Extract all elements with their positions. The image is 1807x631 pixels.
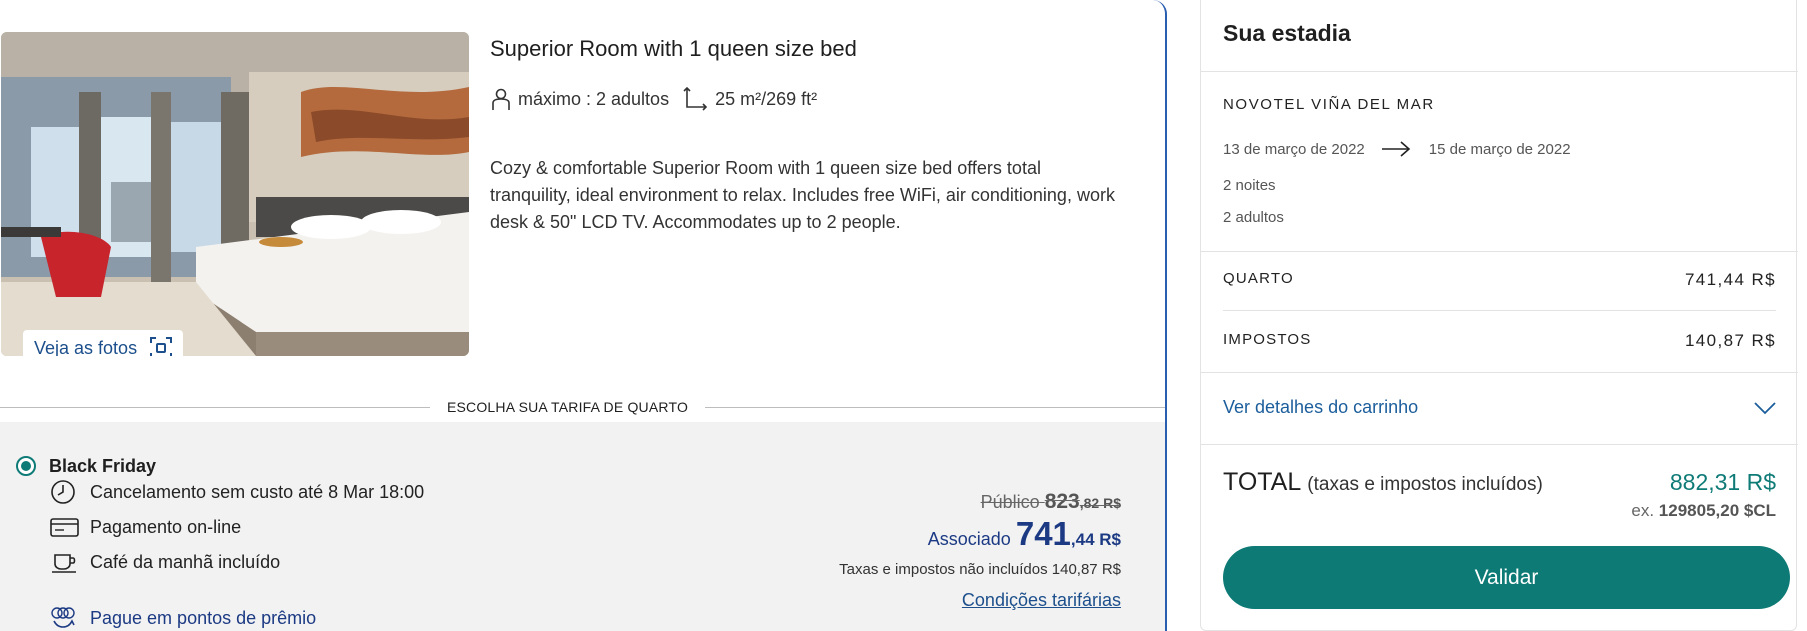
room-line: QUARTO 741,44 R$ bbox=[1223, 270, 1776, 290]
room-size-text: 25 m²/269 ft² bbox=[715, 88, 818, 109]
hotel-name: NOVOTEL VIÑA DEL MAR bbox=[1223, 96, 1435, 113]
total-label: TOTAL (taxas e impostos incluídos) bbox=[1223, 468, 1543, 497]
taxes-line-amount: 140,87 R$ bbox=[1684, 331, 1776, 350]
public-price-int: 823 bbox=[1044, 490, 1080, 513]
stay-dates: 13 de março de 2022 15 de março de 2022 bbox=[1223, 140, 1571, 158]
divider-line-right bbox=[705, 407, 1165, 408]
taxes-line-label: IMPOSTOS bbox=[1223, 331, 1312, 348]
view-photos-label: Veja as fotos bbox=[34, 337, 138, 357]
max-occupancy-text: máximo : 2 adultos bbox=[518, 88, 670, 109]
adults-count: 2 adultos bbox=[1223, 209, 1284, 226]
room-description: Cozy & comfortable Superior Room with 1 … bbox=[490, 158, 1115, 232]
room-line-label: QUARTO bbox=[1223, 270, 1294, 287]
perk-breakfast: Café da manhã incluído bbox=[50, 549, 280, 575]
public-price: Público 823,82 R$ bbox=[981, 490, 1121, 514]
rate-name: Black Friday bbox=[49, 456, 157, 476]
rate-section-divider: ESCOLHA SUA TARIFA DE QUARTO bbox=[0, 398, 1167, 418]
perk-payment: Pagamento on-line bbox=[50, 514, 241, 540]
public-price-dec: ,82 R$ bbox=[1079, 495, 1121, 511]
date-from: 13 de março de 2022 bbox=[1223, 140, 1365, 158]
total-converted-prefix: ex. bbox=[1631, 501, 1655, 520]
stay-summary: Sua estadia NOVOTEL VIÑA DEL MAR 13 de m… bbox=[1200, 0, 1798, 631]
total-label-text: TOTAL bbox=[1223, 468, 1301, 496]
member-price-dec: ,44 R$ bbox=[1070, 530, 1121, 549]
room-line-amount: 741,44 R$ bbox=[1684, 270, 1776, 289]
chevron-down-icon bbox=[1754, 401, 1776, 414]
perk-cancellation-text: Cancelamento sem custo até 8 Mar 18:00 bbox=[90, 481, 425, 502]
credit-card-icon bbox=[50, 518, 79, 537]
cart-details-text: Ver detalhes do carrinho bbox=[1223, 397, 1419, 417]
cart-details-toggle[interactable]: Ver detalhes do carrinho bbox=[1223, 397, 1776, 418]
summary-divider bbox=[1201, 71, 1798, 72]
room-size-icon bbox=[683, 86, 708, 111]
member-price-int: 741 bbox=[1015, 515, 1071, 552]
reward-points-icon bbox=[51, 607, 75, 628]
row-divider bbox=[1223, 310, 1776, 311]
public-price-label: Público bbox=[980, 492, 1040, 512]
pay-with-points-link[interactable]: Pague em pontos de prêmio bbox=[50, 605, 316, 631]
validate-button[interactable]: Validar bbox=[1223, 546, 1790, 609]
taxes-line: IMPOSTOS 140,87 R$ bbox=[1223, 331, 1776, 351]
max-occupancy: máximo : 2 adultos bbox=[490, 87, 669, 111]
arrow-right-icon bbox=[1381, 141, 1410, 157]
rate-conditions-link[interactable]: Condições tarifárias bbox=[962, 590, 1121, 611]
room-meta: máximo : 2 adultos 25 m²/269 ft² bbox=[490, 86, 831, 112]
taxes-note: Taxas e impostos não incluídos 140,87 R$ bbox=[839, 561, 1121, 578]
perk-cancellation: Cancelamento sem custo até 8 Mar 18:00 bbox=[50, 479, 424, 505]
coffee-cup-icon bbox=[52, 554, 76, 573]
rate-section-label: ESCOLHA SUA TARIFA DE QUARTO bbox=[446, 399, 689, 415]
person-icon bbox=[492, 88, 510, 110]
clock-icon bbox=[51, 480, 75, 504]
total-amount: 882,31 R$ bbox=[1669, 469, 1776, 495]
rate-radio-selected[interactable] bbox=[16, 456, 36, 476]
room-card: Veja as fotos Superior Room with 1 queen… bbox=[0, 0, 1167, 631]
room-photo[interactable]: Veja as fotos bbox=[1, 32, 469, 356]
date-to: 15 de março de 2022 bbox=[1428, 140, 1571, 158]
room-title: Superior Room with 1 queen size bed bbox=[490, 36, 857, 61]
perk-payment-text: Pagamento on-line bbox=[90, 516, 242, 537]
summary-title: Sua estadia bbox=[1223, 20, 1351, 46]
member-price: Associado 741,44 R$ bbox=[928, 515, 1121, 553]
total-converted-value: 129805,20 $CL bbox=[1658, 501, 1776, 520]
member-price-label: Associado bbox=[927, 529, 1011, 549]
pay-with-points-text: Pague em pontos de prêmio bbox=[90, 607, 317, 628]
gallery-icon bbox=[150, 337, 173, 356]
nights-count: 2 noites bbox=[1223, 177, 1276, 194]
view-photos-button[interactable]: Veja as fotos bbox=[23, 330, 184, 357]
room-photo-illustration bbox=[1, 32, 469, 356]
total-converted: ex. 129805,20 $CL bbox=[1631, 501, 1776, 521]
divider-line-left bbox=[0, 407, 430, 408]
rate-option-black-friday[interactable]: Black Friday Cancelamento sem custo até … bbox=[0, 422, 1165, 631]
summary-divider bbox=[1201, 444, 1798, 445]
summary-divider bbox=[1201, 372, 1798, 373]
room-size: 25 m²/269 ft² bbox=[683, 86, 817, 112]
total-note: (taxas e impostos incluídos) bbox=[1307, 474, 1543, 495]
perk-breakfast-text: Café da manhã incluído bbox=[90, 551, 281, 572]
summary-divider bbox=[1201, 251, 1798, 252]
